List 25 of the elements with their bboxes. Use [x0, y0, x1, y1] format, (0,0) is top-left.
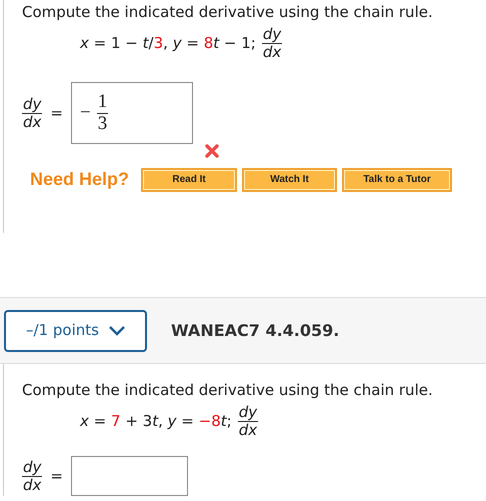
fraction-denominator: dx: [22, 112, 42, 130]
fraction-numerator: dy: [262, 26, 282, 42]
points-dropdown[interactable]: –/1 points: [4, 310, 147, 352]
chevron-down-icon: [108, 326, 125, 336]
need-help-label: Need Help?: [30, 168, 130, 191]
answer-field[interactable]: [70, 456, 188, 496]
answer-numerator: 1: [96, 92, 108, 112]
fraction-numerator: dy: [22, 96, 42, 112]
help-button[interactable]: Talk to a Tutor: [342, 168, 452, 192]
answer-denominator: 3: [96, 112, 108, 134]
answer-sign: −: [80, 100, 91, 125]
help-button[interactable]: Read It: [141, 168, 238, 192]
equation: x = 1 − t/3, y = 8t − 1;: [80, 32, 256, 54]
question-code: WANEAC7 4.4.059.: [171, 320, 340, 342]
fraction-numerator: dy: [238, 404, 258, 420]
fraction-denominator: dx: [22, 476, 42, 493]
help-button[interactable]: Watch It: [242, 168, 338, 192]
equation: x = 7 + 3t, y = −8t;: [80, 410, 232, 432]
equals-sign: =: [50, 102, 63, 124]
question-prompt: Compute the indicated derivative using the chain rule.: [22, 380, 434, 400]
fraction-denominator: dx: [238, 420, 258, 438]
question-prompt: Compute the indicated derivative using the chain rule.: [22, 2, 434, 22]
equals-sign: =: [50, 466, 63, 487]
fraction-numerator: dy: [22, 459, 42, 476]
fraction-denominator: dx: [262, 42, 282, 60]
